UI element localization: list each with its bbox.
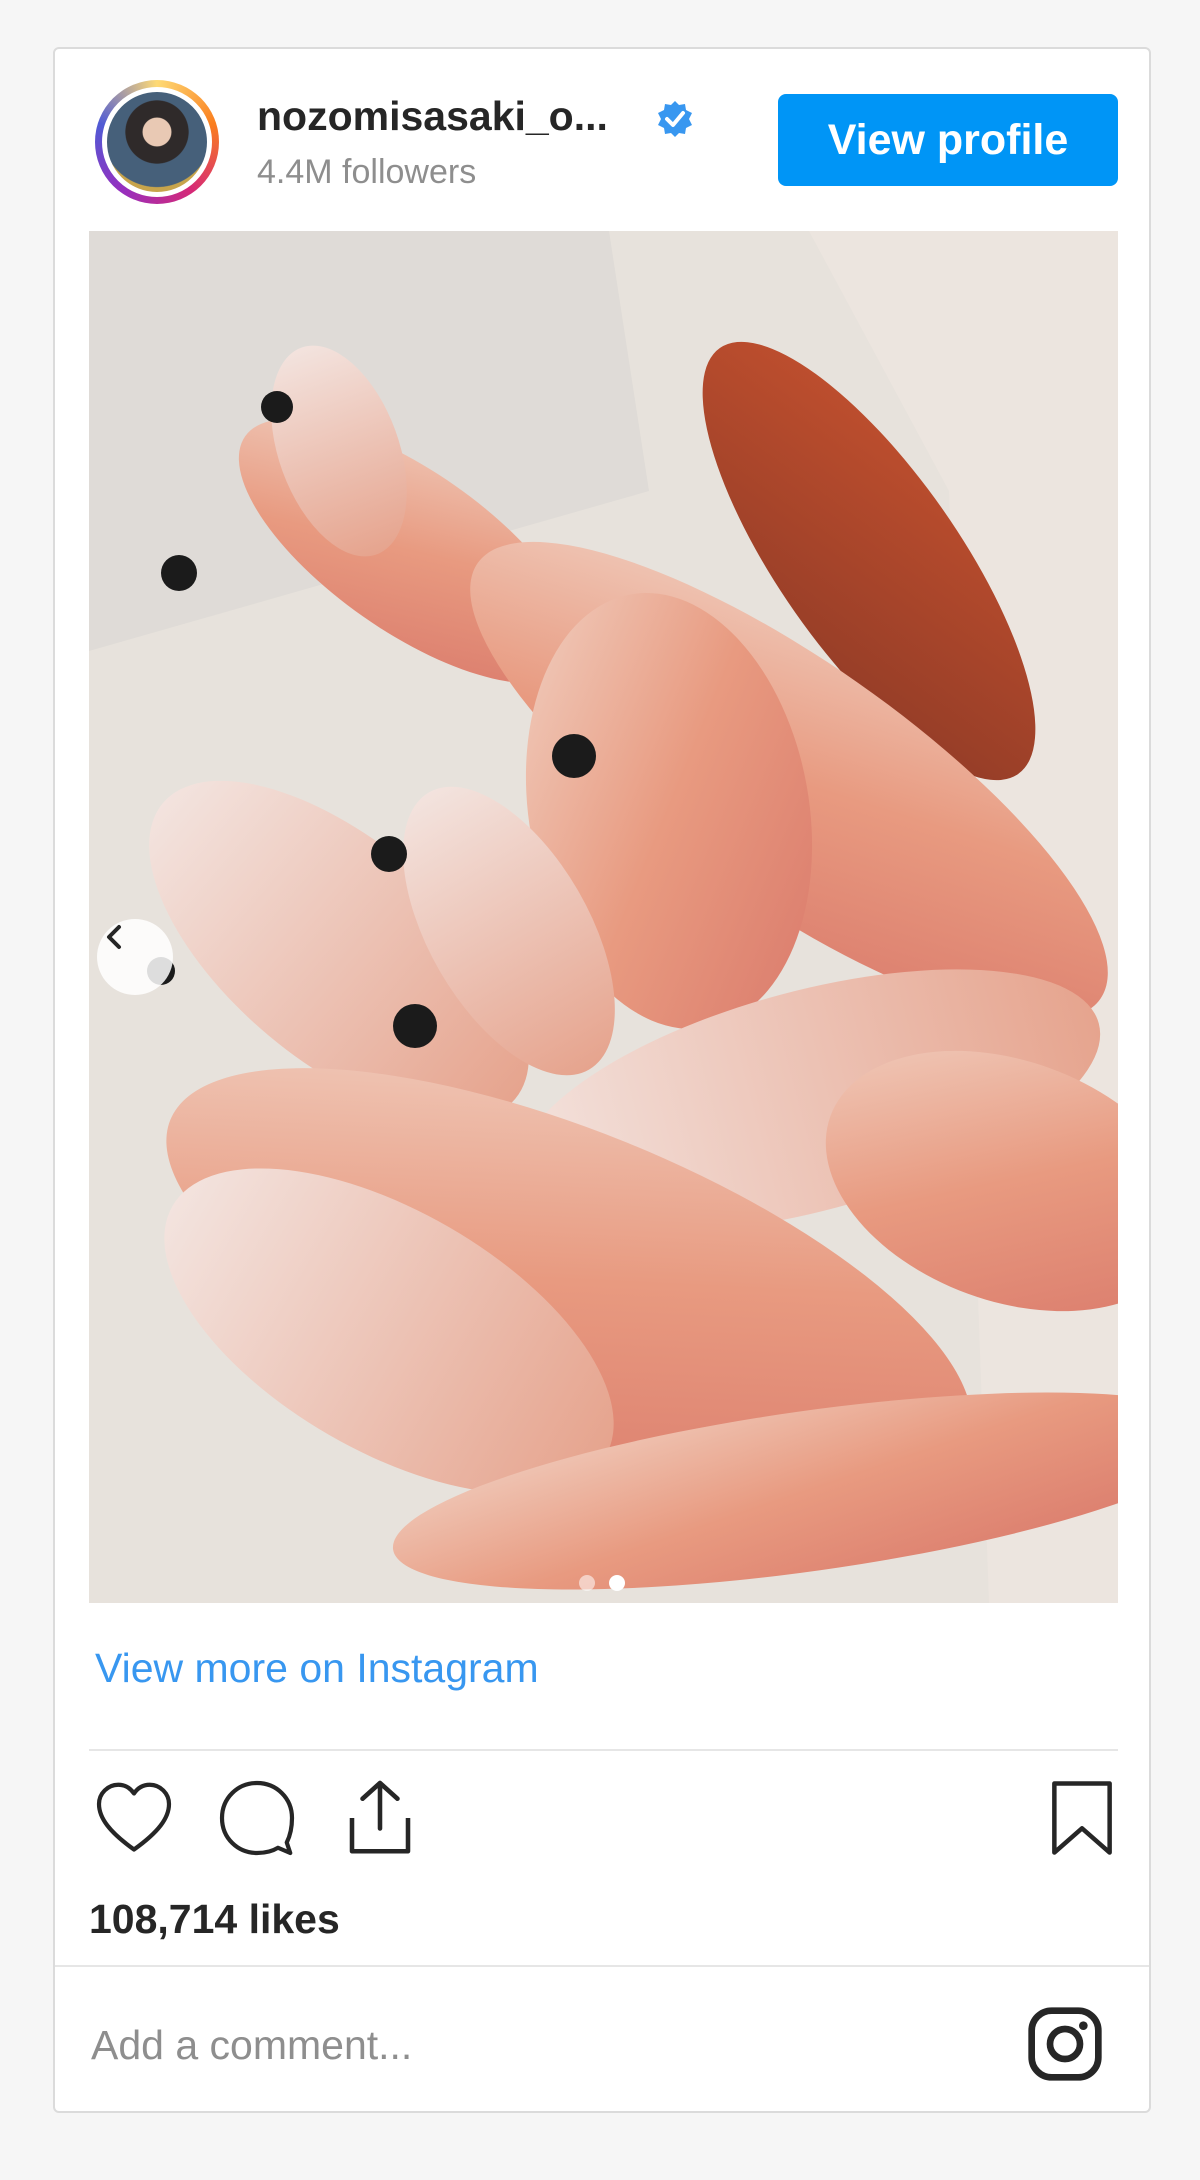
- avatar[interactable]: [102, 87, 212, 197]
- divider: [55, 1965, 1149, 1967]
- carousel-indicators: [579, 1575, 625, 1591]
- heart-icon: [96, 1782, 172, 1852]
- comment-button[interactable]: [212, 1773, 302, 1863]
- comment-input[interactable]: [89, 2009, 993, 2081]
- carousel-dot-active: [609, 1575, 625, 1591]
- instagram-embed-card: nozomisasaki_o... 4.4M followers View pr…: [53, 47, 1151, 2113]
- carousel-prev-button[interactable]: [97, 919, 173, 995]
- verified-badge-icon: [658, 101, 692, 137]
- post-photo[interactable]: [89, 231, 1118, 1603]
- username[interactable]: nozomisasaki_o...: [257, 93, 608, 140]
- bookmark-icon: [1052, 1781, 1112, 1855]
- fish-photo-illustration: [89, 231, 1118, 1603]
- share-button[interactable]: [335, 1773, 425, 1863]
- like-count: 108,714 likes: [89, 1896, 340, 1942]
- instagram-icon[interactable]: [1025, 2004, 1105, 2084]
- view-more-link[interactable]: View more on Instagram: [95, 1645, 539, 1692]
- share-icon: [349, 1780, 411, 1854]
- like-button[interactable]: [89, 1773, 179, 1863]
- post-header: nozomisasaki_o... 4.4M followers View pr…: [55, 49, 1149, 231]
- follower-count: 4.4M followers: [257, 153, 477, 191]
- avatar-story-ring[interactable]: [95, 80, 219, 204]
- save-button[interactable]: [1037, 1773, 1127, 1863]
- divider: [89, 1749, 1118, 1751]
- carousel-dot: [579, 1575, 595, 1591]
- chevron-left-icon: [107, 925, 121, 949]
- comment-bubble-icon: [219, 1780, 295, 1856]
- view-profile-button[interactable]: View profile: [778, 94, 1118, 186]
